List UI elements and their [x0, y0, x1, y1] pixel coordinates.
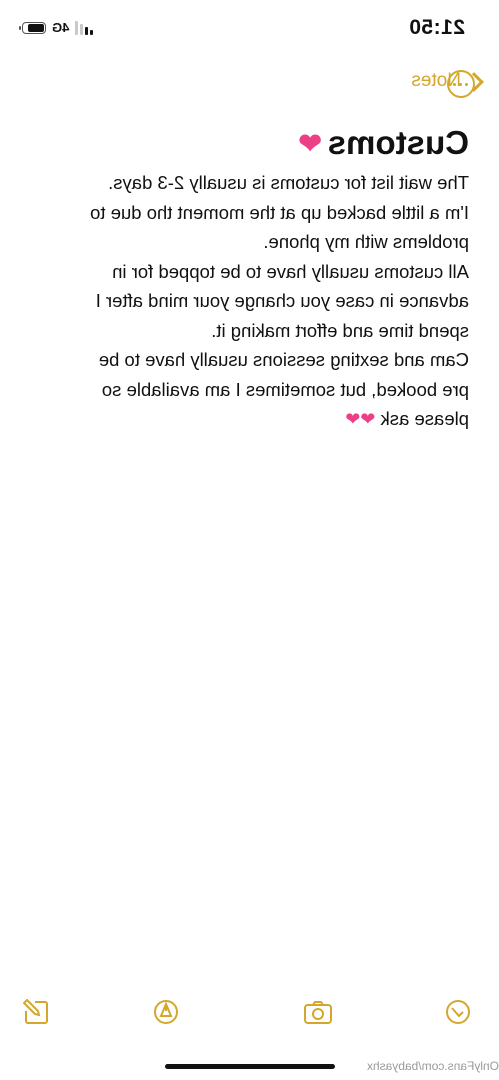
dot [453, 82, 457, 86]
note-editor[interactable]: Customs ❤ The wait list for customs is u… [29, 124, 469, 435]
navigation-bar: Notes [0, 70, 499, 100]
growing-heart-icon: ❤ [298, 127, 322, 159]
note-line: advance in case you change your mind aft… [95, 290, 469, 311]
compose-icon [23, 999, 48, 1024]
note-line: please ask [380, 408, 469, 429]
pen-tip-icon [154, 1000, 178, 1024]
two-hearts-icon: ❤❤ [345, 409, 376, 429]
note-last-line: please ask ❤❤ [29, 404, 469, 435]
bottom-toolbar [0, 997, 499, 1031]
note-line: All customs usually have to be topped fo… [112, 260, 469, 282]
note-body: The wait list for customs is usually 2-3… [29, 168, 469, 435]
network-type: 4G [52, 20, 70, 35]
note-title: Customs [327, 124, 469, 161]
battery-icon [22, 21, 46, 34]
camera-button[interactable] [303, 997, 333, 1027]
checklist-button[interactable] [443, 997, 473, 1027]
camera-icon [304, 1001, 332, 1024]
note-line: The wait list for customs is usually 2-3… [108, 172, 469, 193]
watermark: OnlyFans.com/babyashx [366, 1059, 499, 1073]
note-line: I'm a little backed up at the moment tho… [90, 201, 469, 223]
cellular-signal-icon [75, 20, 94, 35]
note-title-row: Customs ❤ [29, 124, 469, 162]
status-indicators: 4G [22, 20, 94, 35]
dot [459, 82, 463, 86]
note-line: spend time and effort making it. [211, 319, 469, 341]
dot [465, 82, 469, 86]
note-line: Cam and sexting sessions usually have to… [98, 349, 469, 370]
note-line: problems with my phone. [263, 231, 469, 252]
note-line: pre booked, but sometimes I am available… [101, 378, 469, 400]
notes-screen: 21:50 4G Notes Customs ❤ The wait list f… [0, 0, 499, 1080]
status-time: 21:50 [408, 16, 465, 39]
status-bar: 21:50 4G [0, 14, 499, 44]
more-options-button[interactable] [447, 70, 475, 98]
checklist-icon [446, 1000, 470, 1024]
compose-button[interactable] [21, 997, 51, 1027]
markup-button[interactable] [151, 997, 181, 1027]
